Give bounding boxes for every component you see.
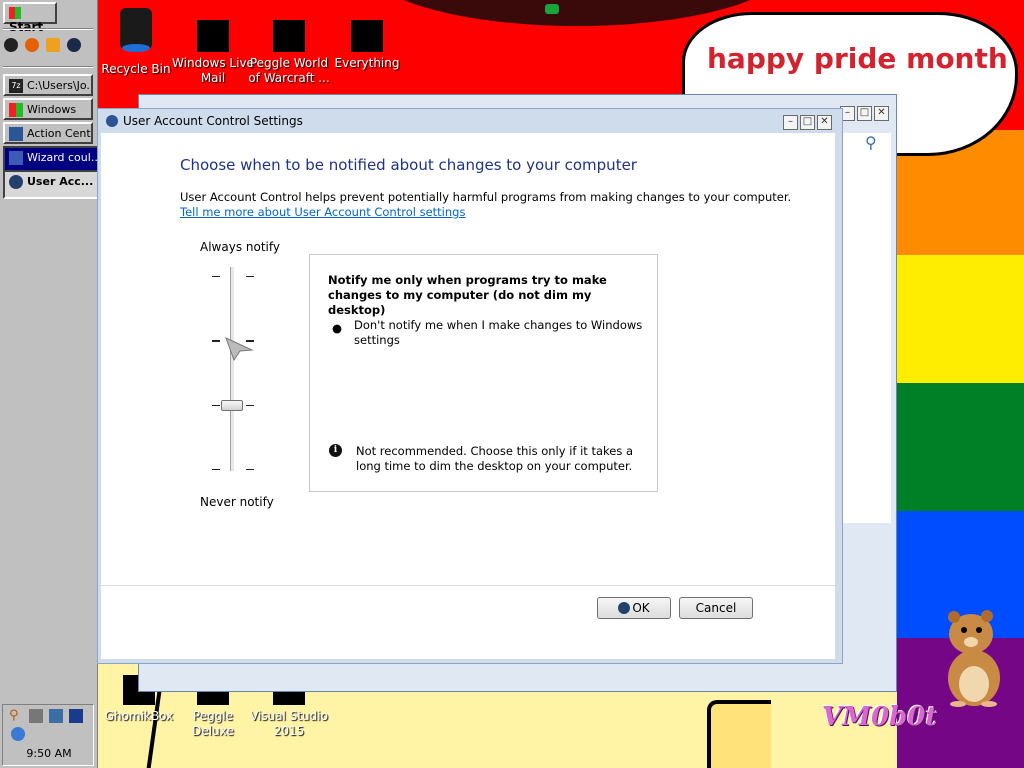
wallpaper-scribble-shape [707, 700, 771, 768]
task-button-action-center[interactable]: Action Center [3, 122, 93, 144]
level-description-box: Notify me only when programs try to make… [309, 254, 658, 492]
task-label: Action Center [27, 127, 91, 140]
cancel-button[interactable]: Cancel [679, 597, 753, 619]
window-controls: – □ ✕ [781, 113, 832, 130]
background-window-content [839, 133, 891, 523]
quick-launch-bar [4, 38, 94, 54]
desktop-icon-label: Windows Live Mail [172, 56, 254, 85]
task-label: User Acc... [27, 175, 94, 188]
notification-slider-track[interactable] [230, 267, 235, 471]
background-window-controls: – □ ✕ [838, 104, 889, 121]
ok-label: OK [632, 601, 650, 615]
button-bar-divider [101, 585, 835, 586]
taskbar-separator [3, 28, 93, 30]
task-label: C:\Users\Jo... [27, 79, 93, 92]
firefox-icon[interactable] [25, 38, 39, 52]
task-label: Wizard coul... [27, 151, 102, 164]
slider-tick [246, 405, 254, 406]
page-title: Choose when to be notified about changes… [180, 156, 637, 174]
start-label: Start [9, 20, 44, 34]
volume-icon[interactable] [11, 727, 25, 741]
pride-stripe-green [897, 383, 1024, 511]
desktop-icon-windows-live-mail[interactable]: Windows Live Mail [171, 20, 255, 86]
desktop-icon-recycle-bin[interactable]: Recycle Bin [97, 6, 178, 77]
shield-icon [9, 175, 23, 189]
desktop-icon-label: Peggle Deluxe [192, 709, 234, 738]
watermark-text: VM0b0t [822, 702, 938, 732]
desktop-icon-label: Visual Studio 2015 [250, 709, 328, 738]
slider-tick [212, 340, 220, 342]
globe-icon[interactable] [67, 38, 81, 52]
mail-icon [197, 20, 229, 52]
slider-tick [246, 276, 254, 277]
desktop-icon-label: Everything [334, 56, 400, 70]
desktop-icon-label: GhomikBox [104, 709, 174, 723]
taskbar-separator [3, 66, 93, 68]
search-icon [351, 20, 383, 52]
archive-icon: 7z [9, 79, 23, 93]
flag-icon [9, 127, 23, 141]
shield-icon [106, 115, 118, 127]
description-text: User Account Control helps prevent poten… [180, 190, 792, 204]
slider-top-label: Always notify [200, 240, 280, 254]
wallpaper-green-light [545, 4, 559, 14]
shield-icon[interactable] [49, 709, 63, 723]
level-detail: Don't notify me when I make changes to W… [354, 318, 643, 347]
vm-icon[interactable] [4, 38, 18, 52]
media-player-icon[interactable] [46, 38, 60, 52]
level-title: Notify me only when programs try to make… [328, 273, 607, 317]
search-icon[interactable]: ⚲ [9, 709, 23, 723]
desktop-icon-label: Peggle World of Warcraft ... [248, 56, 330, 85]
search-icon[interactable]: ⚲ [865, 133, 877, 152]
system-tray: ⚲ 9:50 AM [2, 704, 94, 766]
task-label: Windows [27, 103, 77, 116]
slider-tick [212, 405, 220, 406]
desktop-icon-everything[interactable]: Everything [325, 20, 409, 71]
minimize-icon[interactable]: – [783, 115, 798, 130]
maximize-icon[interactable]: □ [857, 106, 872, 121]
hamster-image [948, 610, 1000, 707]
wizard-icon [9, 151, 23, 165]
dialog-content: Choose when to be notified about changes… [101, 133, 835, 659]
desktop-icon-label: Recycle Bin [101, 62, 171, 76]
uac-settings-window: User Account Control Settings – □ ✕ Choose… [97, 108, 843, 664]
taskbar: Start 7z C:\Users\Jo... Windows Action Ce… [0, 0, 119, 768]
network-icon[interactable] [29, 709, 43, 723]
recycle-bin-icon [120, 8, 152, 52]
window-title: User Account Control Settings [123, 114, 303, 128]
level-warning: Not recommended. Choose this only if it … [356, 444, 634, 473]
clock[interactable]: 9:50 AM [3, 747, 95, 760]
info-icon: i [329, 444, 342, 457]
close-icon[interactable]: ✕ [874, 106, 889, 121]
ok-button[interactable]: OK [597, 597, 671, 619]
start-button[interactable]: Start [3, 2, 57, 34]
notification-slider-thumb[interactable] [221, 400, 243, 411]
slider-tick [212, 276, 220, 277]
task-button-windows[interactable]: Windows [3, 98, 93, 120]
pride-stripe-yellow [897, 255, 1024, 383]
speech-bubble-text: happy pride month [707, 42, 1008, 75]
windows-logo-icon [9, 103, 23, 117]
shield-icon [618, 602, 631, 614]
bullet-icon: ● [332, 321, 343, 335]
close-icon[interactable]: ✕ [817, 115, 832, 130]
peggle-icon [273, 20, 305, 52]
learn-more-link[interactable]: Tell me more about User Account Control … [180, 205, 465, 219]
windows-logo-icon [9, 7, 21, 19]
desktop-icon-peggle-wow[interactable]: Peggle World of Warcraft ... [247, 20, 331, 86]
mouse-cursor-icon [225, 337, 254, 362]
slider-tick [246, 469, 254, 470]
window-title-bar[interactable]: User Account Control Settings [106, 114, 831, 132]
slider-bottom-label: Never notify [200, 495, 274, 509]
display-icon[interactable] [69, 709, 83, 723]
maximize-icon[interactable]: □ [800, 115, 815, 130]
slider-tick [212, 469, 220, 470]
task-button-explorer[interactable]: 7z C:\Users\Jo... [3, 74, 93, 96]
